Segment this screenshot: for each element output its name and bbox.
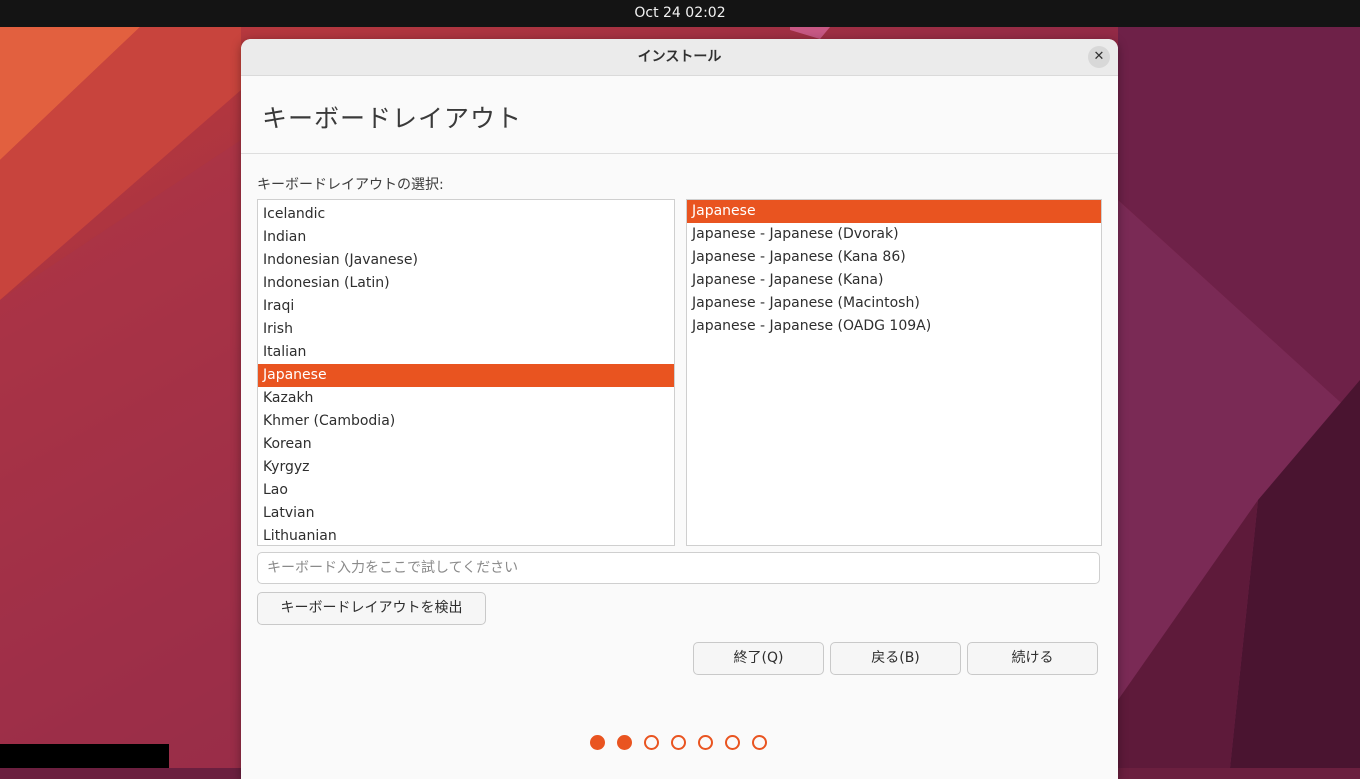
variant-list-item[interactable]: Japanese - Japanese (OADG 109A): [687, 315, 1101, 338]
layout-list-item[interactable]: Indonesian (Javanese): [258, 249, 674, 272]
layout-list-item[interactable]: Iraqi: [258, 295, 674, 318]
black-overlay-box: [0, 744, 169, 768]
progress-dot: [644, 735, 659, 750]
quit-button[interactable]: 終了(Q): [693, 642, 824, 675]
layout-list-item[interactable]: Irish: [258, 318, 674, 341]
installer-window: インストール ✕ キーボードレイアウト キーボードレイアウトの選択: Icela…: [241, 39, 1118, 779]
layout-select-label: キーボードレイアウトの選択:: [257, 177, 444, 193]
detect-layout-button[interactable]: キーボードレイアウトを検出: [257, 592, 486, 625]
progress-dot: [752, 735, 767, 750]
layout-list-item[interactable]: Icelandic: [258, 203, 674, 226]
variant-list[interactable]: Japanese Japanese - Japanese (Dvorak) Japa…: [686, 199, 1102, 546]
layout-list-item[interactable]: Kyrgyz: [258, 456, 674, 479]
variant-list-item[interactable]: Japanese - Japanese (Kana): [687, 269, 1101, 292]
layout-list-item[interactable]: Korean: [258, 433, 674, 456]
layout-list-item[interactable]: Khmer (Cambodia): [258, 410, 674, 433]
title-bar: インストール ✕: [241, 39, 1118, 76]
continue-button[interactable]: 続ける: [967, 642, 1098, 675]
variant-list-item[interactable]: Japanese - Japanese (Kana 86): [687, 246, 1101, 269]
layout-list-item[interactable]: Italian: [258, 341, 674, 364]
keyboard-test-input[interactable]: [257, 552, 1100, 584]
progress-dot: [617, 735, 632, 750]
layout-list-item[interactable]: Japanese: [258, 364, 674, 387]
layout-list-item[interactable]: Lao: [258, 479, 674, 502]
divider: [241, 153, 1118, 154]
layout-list-item[interactable]: Indian: [258, 226, 674, 249]
progress-dot: [725, 735, 740, 750]
layout-list[interactable]: Icelandic Indian Indonesian (Javanese) Indo…: [257, 199, 675, 546]
variant-list-item[interactable]: Japanese: [687, 200, 1101, 223]
top-bar: Oct 24 02:02: [0, 0, 1360, 27]
progress-dot: [590, 735, 605, 750]
close-icon: ✕: [1093, 49, 1105, 64]
layout-list-item[interactable]: Latvian: [258, 502, 674, 525]
variant-list-item[interactable]: Japanese - Japanese (Macintosh): [687, 292, 1101, 315]
page-title: キーボードレイアウト: [262, 104, 523, 133]
layout-list-item[interactable]: Indonesian (Latin): [258, 272, 674, 295]
progress-dot: [671, 735, 686, 750]
layout-list-item[interactable]: Lithuanian: [258, 525, 674, 545]
variant-list-item[interactable]: Japanese - Japanese (Dvorak): [687, 223, 1101, 246]
clock[interactable]: Oct 24 02:02: [634, 5, 725, 21]
window-title: インストール: [637, 49, 722, 65]
progress-dot: [698, 735, 713, 750]
close-button[interactable]: ✕: [1088, 46, 1110, 68]
layout-list-item[interactable]: Kazakh: [258, 387, 674, 410]
back-button[interactable]: 戻る(B): [830, 642, 961, 675]
